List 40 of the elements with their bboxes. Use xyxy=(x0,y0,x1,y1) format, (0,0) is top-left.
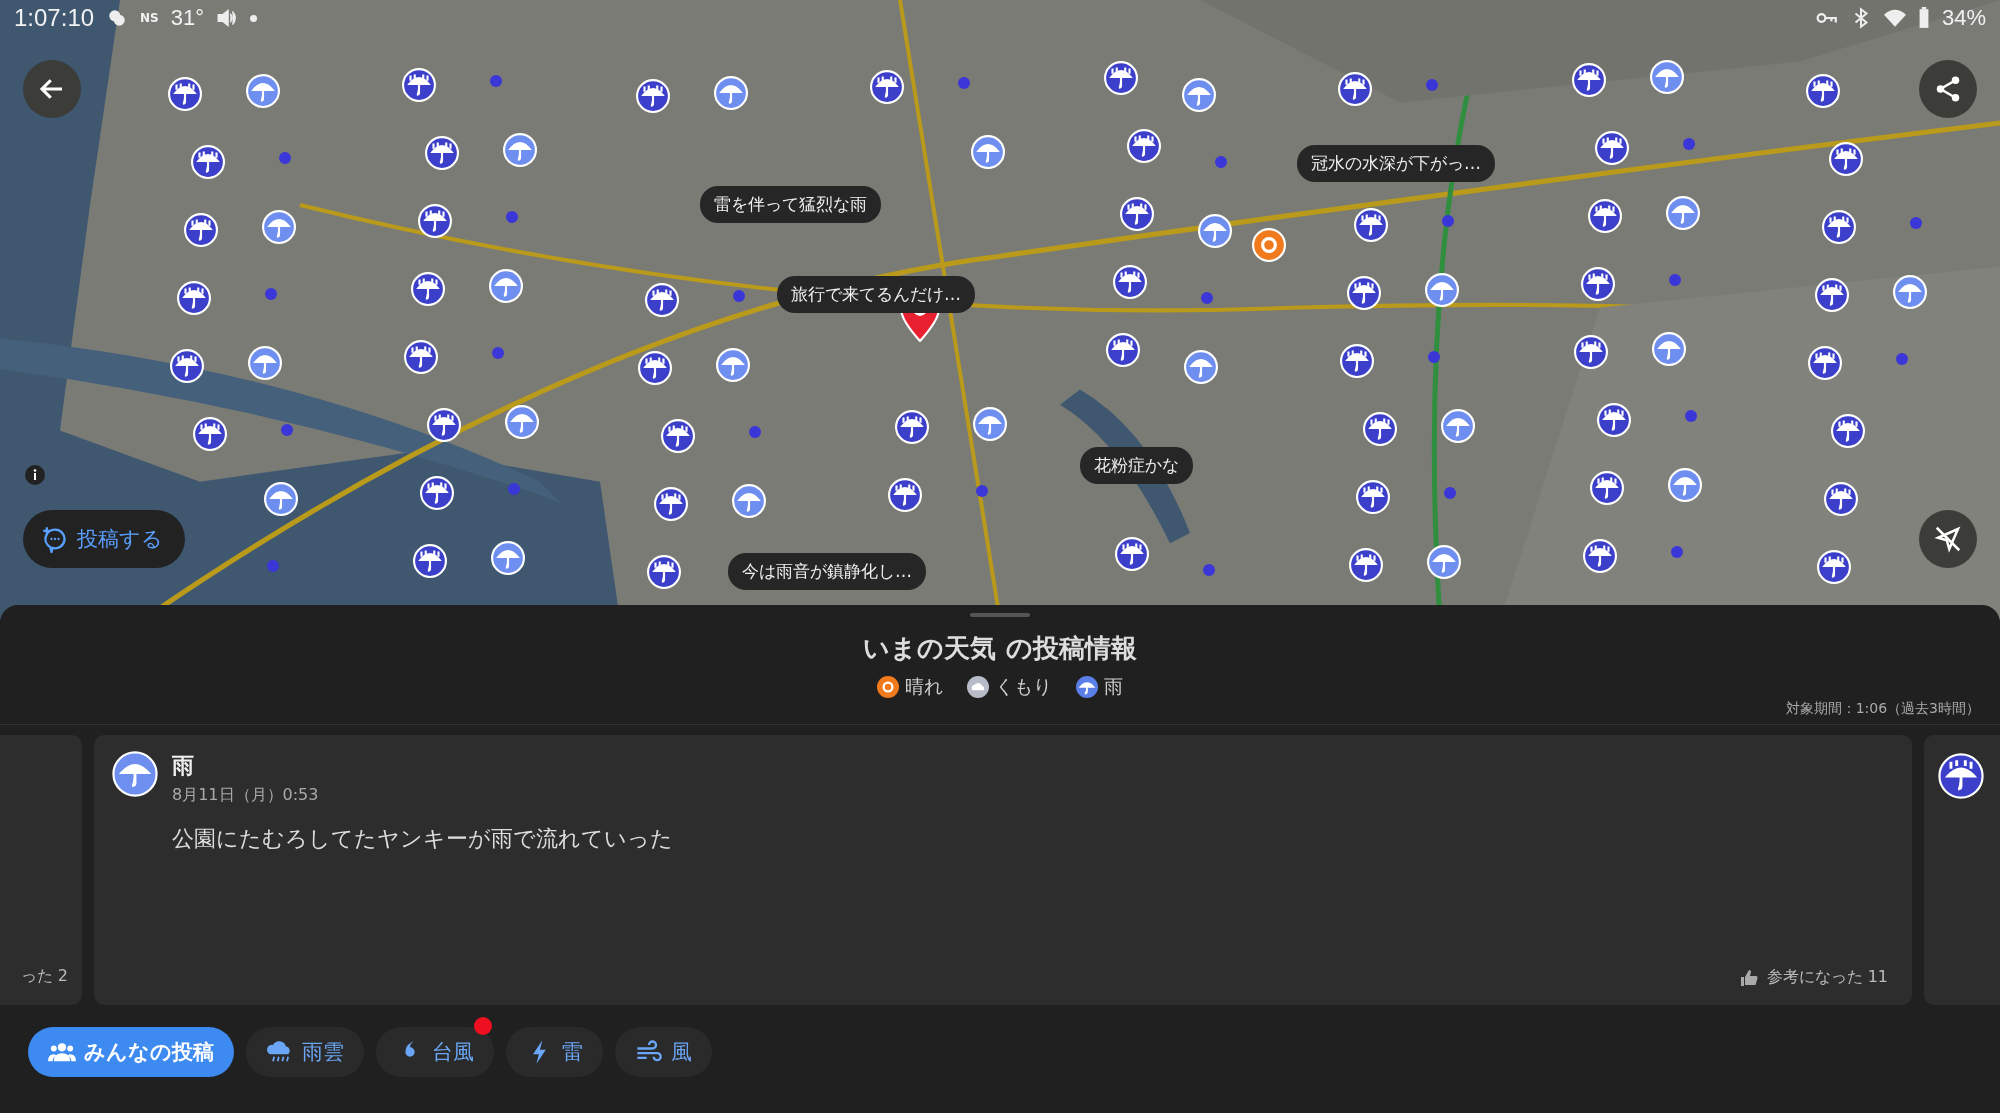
post-text: 公園にたむろしてたヤンキーが雨で流れていった xyxy=(172,825,674,853)
post-card[interactable]: 雨 8月11日（月）0:53 公園にたむろしてたヤンキーが雨で流れていった 参考になった 11 xyxy=(94,735,1912,1005)
tab[interactable]: 風 xyxy=(615,1027,712,1077)
location-off-icon xyxy=(1933,524,1963,554)
cloud-icon xyxy=(967,676,989,698)
wifi-icon xyxy=(1883,7,1906,29)
helpful-count: った 2 xyxy=(20,966,68,987)
speech-bubble-plus-icon xyxy=(41,525,69,553)
umbrella-avatar-icon xyxy=(112,751,158,797)
heavy-rain-avatar-icon xyxy=(1938,753,1984,799)
panel-title: いまの天気 の投稿情報 xyxy=(862,632,1138,665)
tab[interactable]: 台風 xyxy=(376,1027,494,1077)
legend-label: くもり xyxy=(995,674,1052,699)
post-bubble[interactable]: 冠水の水深が下がっ… xyxy=(1297,145,1495,182)
battery-icon xyxy=(1917,7,1930,29)
temperature: 31° xyxy=(170,5,205,31)
umbrella-icon xyxy=(1076,676,1098,698)
tab[interactable]: 雷 xyxy=(506,1027,603,1077)
tab[interactable]: 雨雲 xyxy=(246,1027,364,1077)
thumbs-up-icon xyxy=(1738,967,1759,988)
sun-icon xyxy=(877,676,899,698)
helpful-button[interactable]: 参考になった 11 xyxy=(1732,966,1894,989)
post-bubble[interactable]: 旅行で来てるんだけ… xyxy=(777,276,975,313)
post-button[interactable]: 投稿する xyxy=(23,510,185,568)
network-label: NS xyxy=(140,11,159,25)
post-weather: 雨 xyxy=(172,752,195,780)
next-post-card[interactable] xyxy=(1924,735,2000,1005)
post-bubble[interactable]: 雷を伴って猛烈な雨 xyxy=(700,186,881,223)
dot-icon xyxy=(250,14,258,22)
status-time: 1:07:10 xyxy=(14,4,95,32)
period-label: 対象期間：1:06（過去3時間） xyxy=(1785,700,1980,718)
previous-post-card[interactable]: った 2 xyxy=(0,735,82,1005)
info-icon[interactable] xyxy=(25,465,45,485)
legend-label: 雨 xyxy=(1104,674,1123,699)
volume-icon xyxy=(216,7,239,29)
legend-label: 晴れ xyxy=(905,674,943,699)
battery-level: 34% xyxy=(1941,5,1986,31)
post-bubble[interactable]: 花粉症かな xyxy=(1080,447,1193,484)
post-bubble[interactable]: 今は雨音が鎮静化し… xyxy=(728,553,926,590)
post-date: 8月11日（月）0:53 xyxy=(172,785,319,806)
